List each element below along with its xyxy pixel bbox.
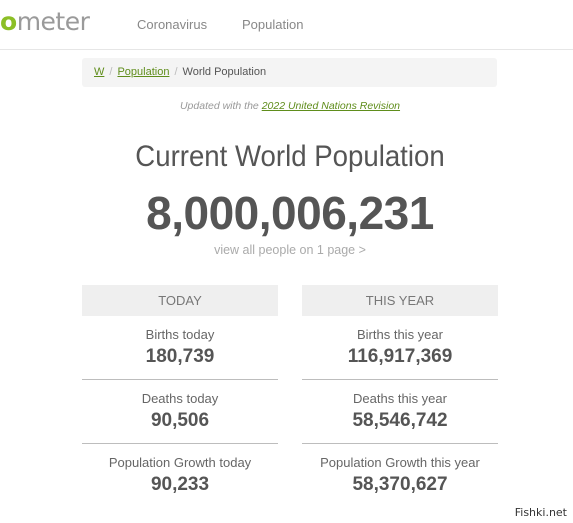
update-notice: Updated with the 2022 United Nations Rev… — [0, 100, 573, 112]
stat-value: 90,233 — [150, 474, 210, 495]
today-panel: TODAY Births today 180,739 Deaths today … — [82, 285, 278, 508]
births-today-stat: Births today 180,739 — [82, 316, 278, 380]
page-title: Current World Population — [135, 140, 445, 173]
population-counter: 8,000,006,231 — [146, 187, 434, 239]
stat-value: 180,739 — [145, 346, 215, 367]
births-this-year-stat: Births this year 116,917,369 — [302, 316, 498, 380]
stat-value: 116,917,369 — [347, 346, 453, 367]
deaths-today-stat: Deaths today 90,506 — [82, 380, 278, 444]
stat-label: Population Growth this year — [320, 455, 480, 470]
breadcrumb-separator: / — [109, 66, 113, 78]
breadcrumb-current: World Population — [182, 66, 267, 78]
growth-today-stat: Population Growth today 90,233 — [82, 444, 278, 508]
this-year-panel-header: THIS YEAR — [302, 285, 498, 316]
nav-link-coronavirus[interactable]: Coronavirus — [137, 17, 207, 32]
stat-value: 90,506 — [150, 410, 210, 431]
deaths-this-year-stat: Deaths this year 58,546,742 — [302, 380, 498, 444]
view-all-people-link[interactable]: view all people on 1 page > — [0, 243, 573, 257]
breadcrumb-home-link[interactable]: W — [94, 66, 104, 78]
stat-value: 58,546,742 — [352, 410, 448, 431]
top-navbar: ometer Coronavirus Population — [0, 0, 573, 50]
stat-label: Population Growth today — [108, 455, 252, 470]
stat-label: Births this year — [357, 327, 443, 342]
stat-label: Births today — [145, 327, 215, 342]
today-panel-header: TODAY — [82, 285, 278, 316]
breadcrumb: W / Population / World Population — [82, 58, 497, 87]
breadcrumb-separator: / — [174, 66, 178, 78]
logo-text: meter — [16, 7, 90, 36]
update-notice-text: Updated with the — [179, 100, 262, 112]
un-revision-link[interactable]: 2022 United Nations Revision — [262, 100, 400, 112]
watermark: Fishki.net — [514, 506, 567, 519]
site-logo[interactable]: ometer — [0, 7, 90, 36]
this-year-panel: THIS YEAR Births this year 116,917,369 D… — [302, 285, 498, 508]
logo-prefix: o — [0, 7, 17, 36]
breadcrumb-population-link[interactable]: Population — [117, 66, 169, 78]
stat-label: Deaths today — [141, 391, 219, 406]
nav-link-population[interactable]: Population — [242, 17, 303, 32]
stat-label: Deaths this year — [353, 391, 447, 406]
growth-this-year-stat: Population Growth this year 58,370,627 — [302, 444, 498, 508]
stat-value: 58,370,627 — [352, 474, 448, 495]
